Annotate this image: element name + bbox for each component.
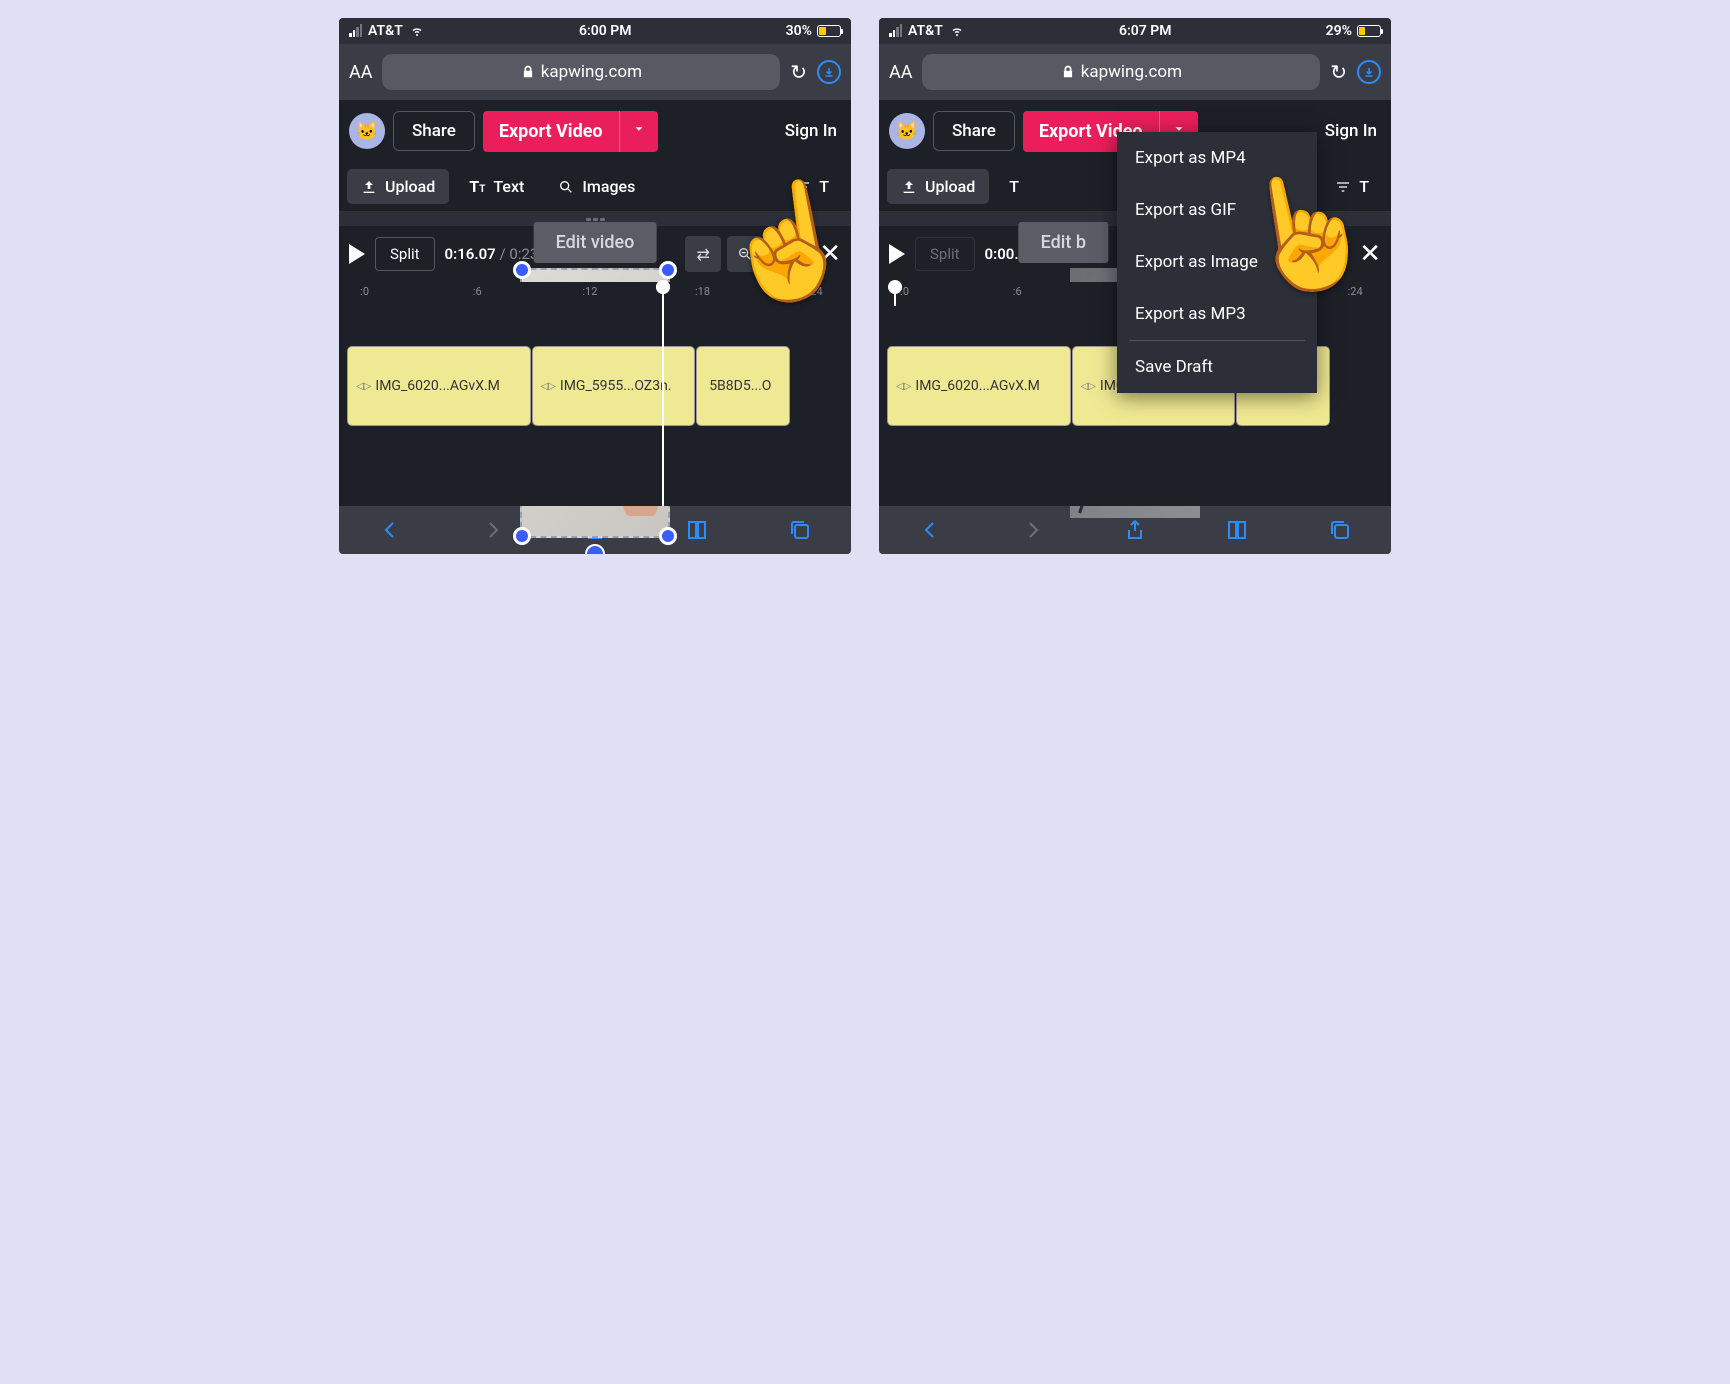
clip-label: IMG_5955...OZ3n. [560, 378, 672, 394]
images-label: Images [582, 177, 635, 196]
clock: 6:00 PM [579, 23, 632, 39]
upload-icon [361, 179, 377, 195]
sign-in-link[interactable]: Sign In [1321, 121, 1381, 141]
search-icon [558, 179, 574, 195]
edit-chip[interactable]: Edit b [1019, 222, 1108, 263]
resize-handle-tr[interactable] [659, 261, 677, 279]
playhead[interactable] [894, 282, 896, 306]
battery-icon [1357, 25, 1381, 37]
text-icon: TT [469, 177, 485, 196]
downloads-button[interactable] [1357, 60, 1381, 84]
timeline-clip[interactable]: ◁▷IMG_6020...AGvX.M [347, 346, 531, 426]
app-header: 🐱 Share Export Video Sign In [339, 100, 851, 162]
text-size-button[interactable]: AA [889, 62, 912, 83]
clip-label: IMG_6020...AGvX.M [915, 378, 1040, 394]
ruler-tick: :6 [1013, 285, 1022, 298]
tabs-button[interactable] [788, 518, 812, 542]
ruler-tick: :12 [582, 285, 597, 298]
ruler-tick: :18 [695, 285, 710, 298]
downloads-button[interactable] [817, 60, 841, 84]
status-bar: AT&T 6:07 PM 29% [879, 18, 1391, 44]
clip-label: IMG_6020...AGvX.M [375, 378, 500, 394]
play-button[interactable] [889, 244, 905, 264]
signal-icon [889, 26, 902, 37]
reload-button[interactable]: ↻ [1330, 60, 1347, 84]
play-button[interactable] [349, 244, 365, 264]
timeline-clip[interactable]: ◁▷IMG_5955...OZ3n. [532, 346, 696, 426]
chevron-down-icon [632, 122, 646, 136]
timeline-clip[interactable]: 5B8D5...O [696, 346, 790, 426]
phone-right: AT&T 6:07 PM 29% AA kapwing.com ↻ 🐱 Shar… [879, 18, 1391, 554]
wifi-icon [409, 25, 425, 37]
carrier-label: AT&T [908, 23, 943, 39]
upload-tool[interactable]: Upload [347, 169, 449, 204]
share-sheet-button[interactable] [1123, 518, 1147, 542]
tabs-button[interactable] [1328, 518, 1352, 542]
ruler-tick: :0 [360, 285, 369, 298]
battery-icon [817, 25, 841, 37]
browser-address-bar: AA kapwing.com ↻ [879, 44, 1391, 100]
edit-video-chip[interactable]: Edit video [534, 222, 657, 263]
export-dropdown-toggle[interactable] [619, 111, 658, 152]
timeline-tracks[interactable]: ◁▷IMG_6020...AGvX.M ◁▷IMG_5955...OZ3n. 5… [339, 306, 851, 506]
time-current: 0:16.07 [445, 245, 496, 263]
upload-tool[interactable]: Upload [887, 169, 989, 204]
share-button[interactable]: Share [933, 111, 1015, 151]
browser-address-bar: AA kapwing.com ↻ [339, 44, 851, 100]
url-field[interactable]: kapwing.com [382, 54, 780, 90]
forward-button[interactable] [1021, 518, 1045, 542]
resize-handle-tl[interactable] [513, 261, 531, 279]
sign-in-link[interactable]: Sign In [781, 121, 841, 141]
upload-icon [901, 179, 917, 195]
back-button[interactable] [378, 518, 402, 542]
phone-left: AT&T 6:00 PM 30% AA kapwing.com ↻ 🐱 Shar… [339, 18, 851, 554]
battery-percent: 30% [786, 23, 812, 39]
url-field[interactable]: kapwing.com [922, 54, 1320, 90]
share-button[interactable]: Share [393, 111, 475, 151]
lock-icon [521, 65, 535, 79]
text-tool[interactable]: T [995, 169, 1033, 204]
text-tool[interactable]: TT Text [455, 169, 538, 204]
text-label: Text [493, 177, 524, 196]
wifi-icon [949, 25, 965, 37]
resize-handle-bl[interactable] [513, 527, 531, 545]
forward-button[interactable] [481, 518, 505, 542]
export-button[interactable]: Export Video [483, 111, 619, 152]
ruler-tick: :6 [473, 285, 482, 298]
resize-handle-br[interactable] [659, 527, 677, 545]
timeline-clip[interactable]: ◁▷IMG_6020...AGvX.M [887, 346, 1071, 426]
battery-percent: 29% [1326, 23, 1352, 39]
upload-label: Upload [385, 177, 435, 196]
upload-label: Upload [925, 177, 975, 196]
bookmarks-button[interactable] [1225, 518, 1249, 542]
signal-icon [349, 26, 362, 37]
avatar[interactable]: 🐱 [349, 113, 385, 149]
annotation-pointer: ☝️ [710, 177, 851, 309]
reload-button[interactable]: ↻ [790, 60, 807, 84]
url-text: kapwing.com [541, 62, 642, 82]
annotation-pointer: ☝️ [1230, 167, 1384, 299]
loop-button[interactable]: ⇄ [685, 236, 721, 272]
clock: 6:07 PM [1119, 23, 1172, 39]
avatar[interactable]: 🐱 [889, 113, 925, 149]
split-button[interactable]: Split [915, 237, 975, 271]
split-button[interactable]: Split [375, 237, 435, 271]
bookmarks-button[interactable] [685, 518, 709, 542]
url-text: kapwing.com [1081, 62, 1182, 82]
images-tool[interactable]: Images [544, 169, 649, 204]
clip-label: 5B8D5...O [709, 378, 771, 394]
lock-icon [1061, 65, 1075, 79]
playhead-line[interactable] [662, 282, 664, 506]
carrier-label: AT&T [368, 23, 403, 39]
text-size-button[interactable]: AA [349, 62, 372, 83]
status-bar: AT&T 6:00 PM 30% [339, 18, 851, 44]
save-draft-option[interactable]: Save Draft [1117, 341, 1317, 393]
text-label: T [1009, 177, 1019, 196]
back-button[interactable] [918, 518, 942, 542]
